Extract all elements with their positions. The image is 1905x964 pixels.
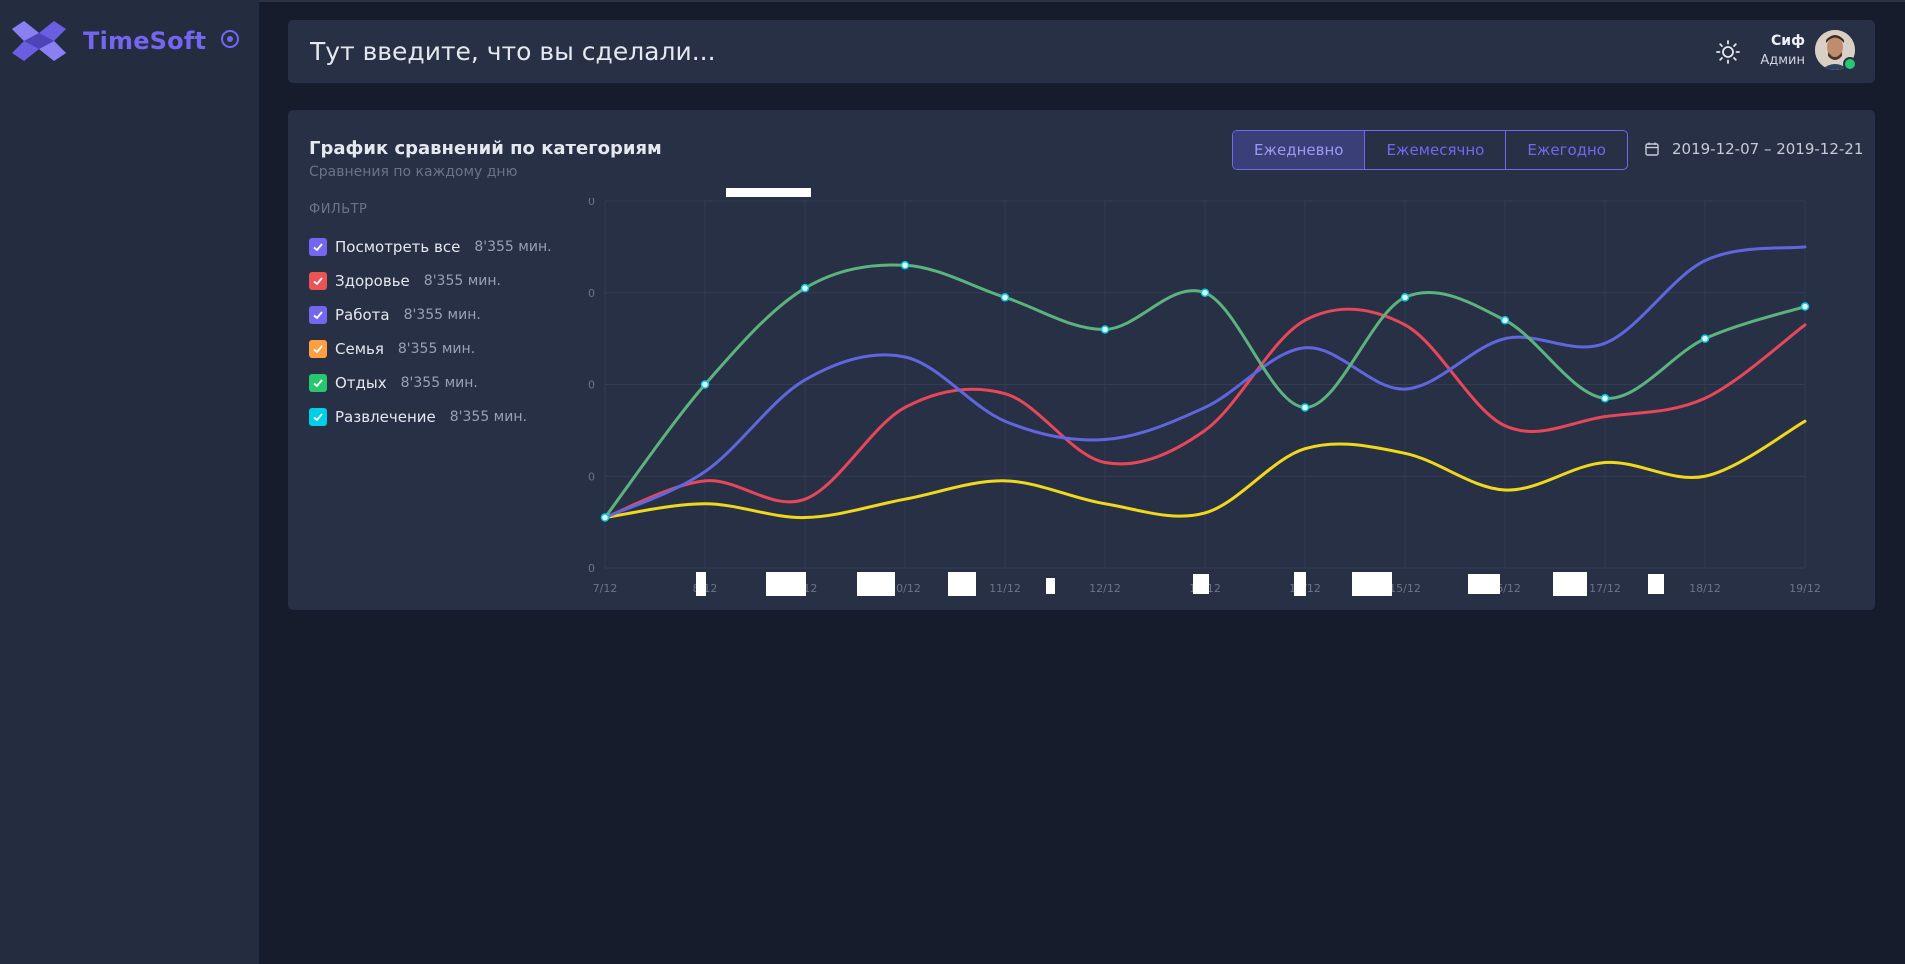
data-point xyxy=(800,283,810,293)
data-point xyxy=(900,260,910,270)
filter-item-entertainment[interactable]: Развлечение 8'355 мин. xyxy=(309,400,552,434)
render-artifact xyxy=(1352,572,1392,596)
render-artifact xyxy=(1468,574,1500,594)
filter-label[interactable]: Посмотреть все xyxy=(335,238,460,256)
render-artifact xyxy=(1294,572,1306,596)
checkbox-entertainment[interactable] xyxy=(309,408,327,426)
date-range-text: 2019-12-07 – 2019-12-21 xyxy=(1672,140,1864,158)
date-range-picker[interactable]: 2019-12-07 – 2019-12-21 xyxy=(1644,140,1863,158)
filter-label[interactable]: Здоровье xyxy=(335,272,410,290)
data-point xyxy=(1100,325,1110,334)
checkmark-icon xyxy=(313,311,323,320)
task-input[interactable] xyxy=(310,34,1410,68)
render-artifact xyxy=(726,188,811,197)
period-yearly-button[interactable]: Ежегодно xyxy=(1506,131,1627,169)
render-artifact xyxy=(1648,574,1664,594)
data-point xyxy=(600,513,610,522)
checkmark-icon xyxy=(313,277,323,286)
checkmark-icon xyxy=(313,413,323,422)
filter-item-health[interactable]: Здоровье 8'355 мин. xyxy=(309,264,552,298)
sun-icon[interactable] xyxy=(1715,39,1741,65)
render-artifact xyxy=(857,572,895,596)
filter-list: Посмотреть все 8'355 мин. Здоровье 8'355… xyxy=(309,230,552,434)
y-tick-label: 10 xyxy=(588,470,595,483)
period-toggle: Ежедневно Ежемесячно Ежегодно xyxy=(1232,130,1628,170)
calendar-icon xyxy=(1645,142,1659,156)
x-tick-label: 12/12 xyxy=(1089,582,1121,595)
filter-value: 8'355 мин. xyxy=(397,341,476,357)
card-subtitle: Сравнения по каждому дню xyxy=(309,164,518,180)
filter-value: 8'355 мин. xyxy=(474,239,552,255)
data-point xyxy=(1000,293,1010,302)
filter-value: 8'355 мин. xyxy=(449,409,527,425)
x-tick-label: 19/12 xyxy=(1789,582,1821,595)
filter-value: 8'355 мин. xyxy=(400,375,478,391)
window-top-border xyxy=(0,0,1905,2)
period-monthly-button[interactable]: Ежемесячно xyxy=(1365,131,1507,169)
x-tick-label: 17/12 xyxy=(1589,582,1621,595)
filter-label[interactable]: Семья xyxy=(335,340,384,358)
filter-label[interactable]: Отдых xyxy=(335,374,387,392)
checkbox-health[interactable] xyxy=(309,272,327,290)
filter-value: 8'355 мин. xyxy=(403,307,481,323)
y-tick-label: 40 xyxy=(588,198,595,208)
checkbox-work[interactable] xyxy=(309,306,327,324)
data-point xyxy=(1300,403,1310,412)
filter-item-work[interactable]: Работа 8'355 мин. xyxy=(309,298,552,332)
checkbox-family[interactable] xyxy=(309,340,327,358)
x-tick-label: 18/12 xyxy=(1689,582,1721,595)
y-tick-label: 20 xyxy=(588,379,595,392)
timesoft-logo-icon xyxy=(12,21,66,61)
data-point xyxy=(700,380,710,389)
user-name: Сиф xyxy=(1771,33,1805,49)
render-artifact xyxy=(1553,572,1587,596)
online-status-dot xyxy=(1843,57,1857,71)
checkmark-icon xyxy=(313,379,323,388)
render-artifact xyxy=(766,572,806,596)
top-bar: Сиф Админ xyxy=(288,20,1875,83)
avatar[interactable] xyxy=(1815,30,1857,71)
render-artifact xyxy=(696,572,706,596)
period-daily-button[interactable]: Ежедневно xyxy=(1233,131,1366,169)
filter-value: 8'355 мин. xyxy=(423,273,501,289)
line-chart: 0102030407/128/129/1210/1211/1212/1213/1… xyxy=(588,198,1821,595)
sidebar: TimeSoft xyxy=(0,0,259,964)
data-point xyxy=(1800,302,1810,311)
data-point xyxy=(1500,316,1510,325)
data-point xyxy=(1600,394,1610,403)
user-role: Админ xyxy=(1760,53,1805,68)
x-tick-label: 15/12 xyxy=(1389,582,1421,595)
sidebar-toggle-icon[interactable] xyxy=(219,28,241,50)
card-title: График сравнений по категориям xyxy=(309,138,662,159)
data-point xyxy=(1200,288,1210,297)
checkbox-all[interactable] xyxy=(309,238,327,256)
render-artifact xyxy=(1193,574,1209,594)
filter-title: ФИЛЬТР xyxy=(309,202,368,217)
data-point xyxy=(1700,334,1710,343)
filter-label[interactable]: Работа xyxy=(335,306,390,324)
filter-item-family[interactable]: Семья 8'355 мин. xyxy=(309,332,552,366)
checkbox-rest[interactable] xyxy=(309,374,327,392)
render-artifact xyxy=(948,572,976,596)
category-comparison-card: График сравнений по категориям Сравнения… xyxy=(288,110,1875,610)
data-point xyxy=(1400,293,1410,302)
brand-name: TimeSoft xyxy=(83,27,207,55)
y-tick-label: 30 xyxy=(588,287,595,300)
x-tick-label: 7/12 xyxy=(593,582,618,595)
render-artifact xyxy=(1046,578,1055,594)
checkmark-icon xyxy=(313,243,323,252)
filter-item-rest[interactable]: Отдых 8'355 мин. xyxy=(309,366,552,400)
x-tick-label: 11/12 xyxy=(989,582,1021,595)
filter-item-all[interactable]: Посмотреть все 8'355 мин. xyxy=(309,230,552,264)
checkmark-icon xyxy=(313,345,323,354)
y-tick-label: 0 xyxy=(588,562,595,575)
filter-label[interactable]: Развлечение xyxy=(335,408,436,426)
